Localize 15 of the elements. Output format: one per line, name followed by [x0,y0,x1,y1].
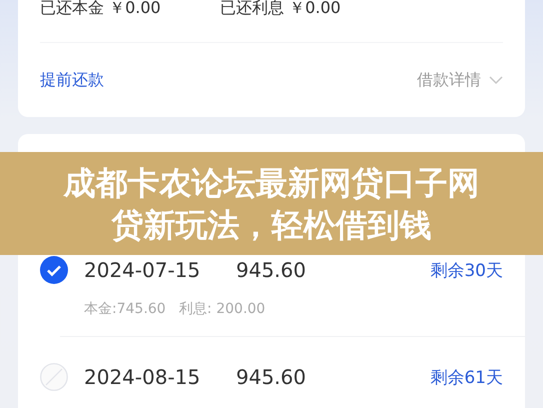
due-date: 2024-08-15 [84,365,202,389]
due-date: 2024-07-15 [84,258,202,282]
repaid-interest: 已还利息 ￥0.00 [220,0,342,17]
prepay-link[interactable]: 提前还款 [40,70,104,90]
days-remaining: 剩余61天 [430,366,503,388]
headline-text: 成都卡农论坛最新网贷口子网 [64,162,480,204]
checked-checkbox[interactable] [40,256,68,284]
repaid-principal: 已还本金 ￥0.00 [40,0,162,17]
days-remaining: 剩余30天 [430,260,503,282]
installment-amount: 945.60 [236,365,306,389]
amount-breakdown: 本金:745.60 利息: 200.00 [84,300,266,318]
installment-amount: 945.60 [236,258,306,282]
headline-text: 贷新玩法，轻松借到钱 [112,204,432,246]
unchecked-checkbox[interactable] [40,363,68,391]
chevron-down-icon [489,76,503,84]
